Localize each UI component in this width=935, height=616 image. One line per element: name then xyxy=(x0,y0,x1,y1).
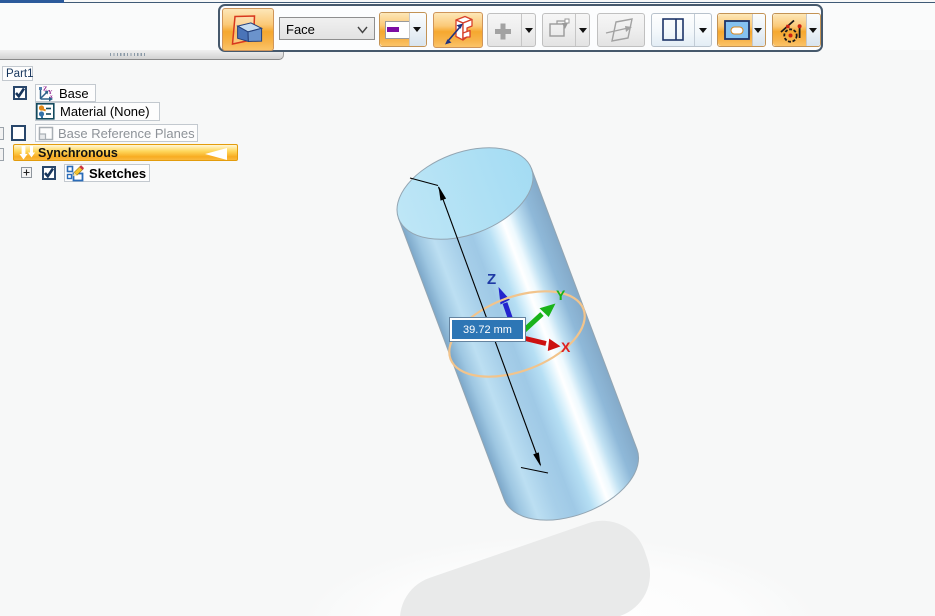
svg-text:Z: Z xyxy=(43,85,47,92)
svg-text:Y: Y xyxy=(556,287,566,303)
svg-text:x: x xyxy=(50,94,53,100)
svg-text:Z: Z xyxy=(487,271,496,288)
svg-text:X: X xyxy=(561,339,571,355)
